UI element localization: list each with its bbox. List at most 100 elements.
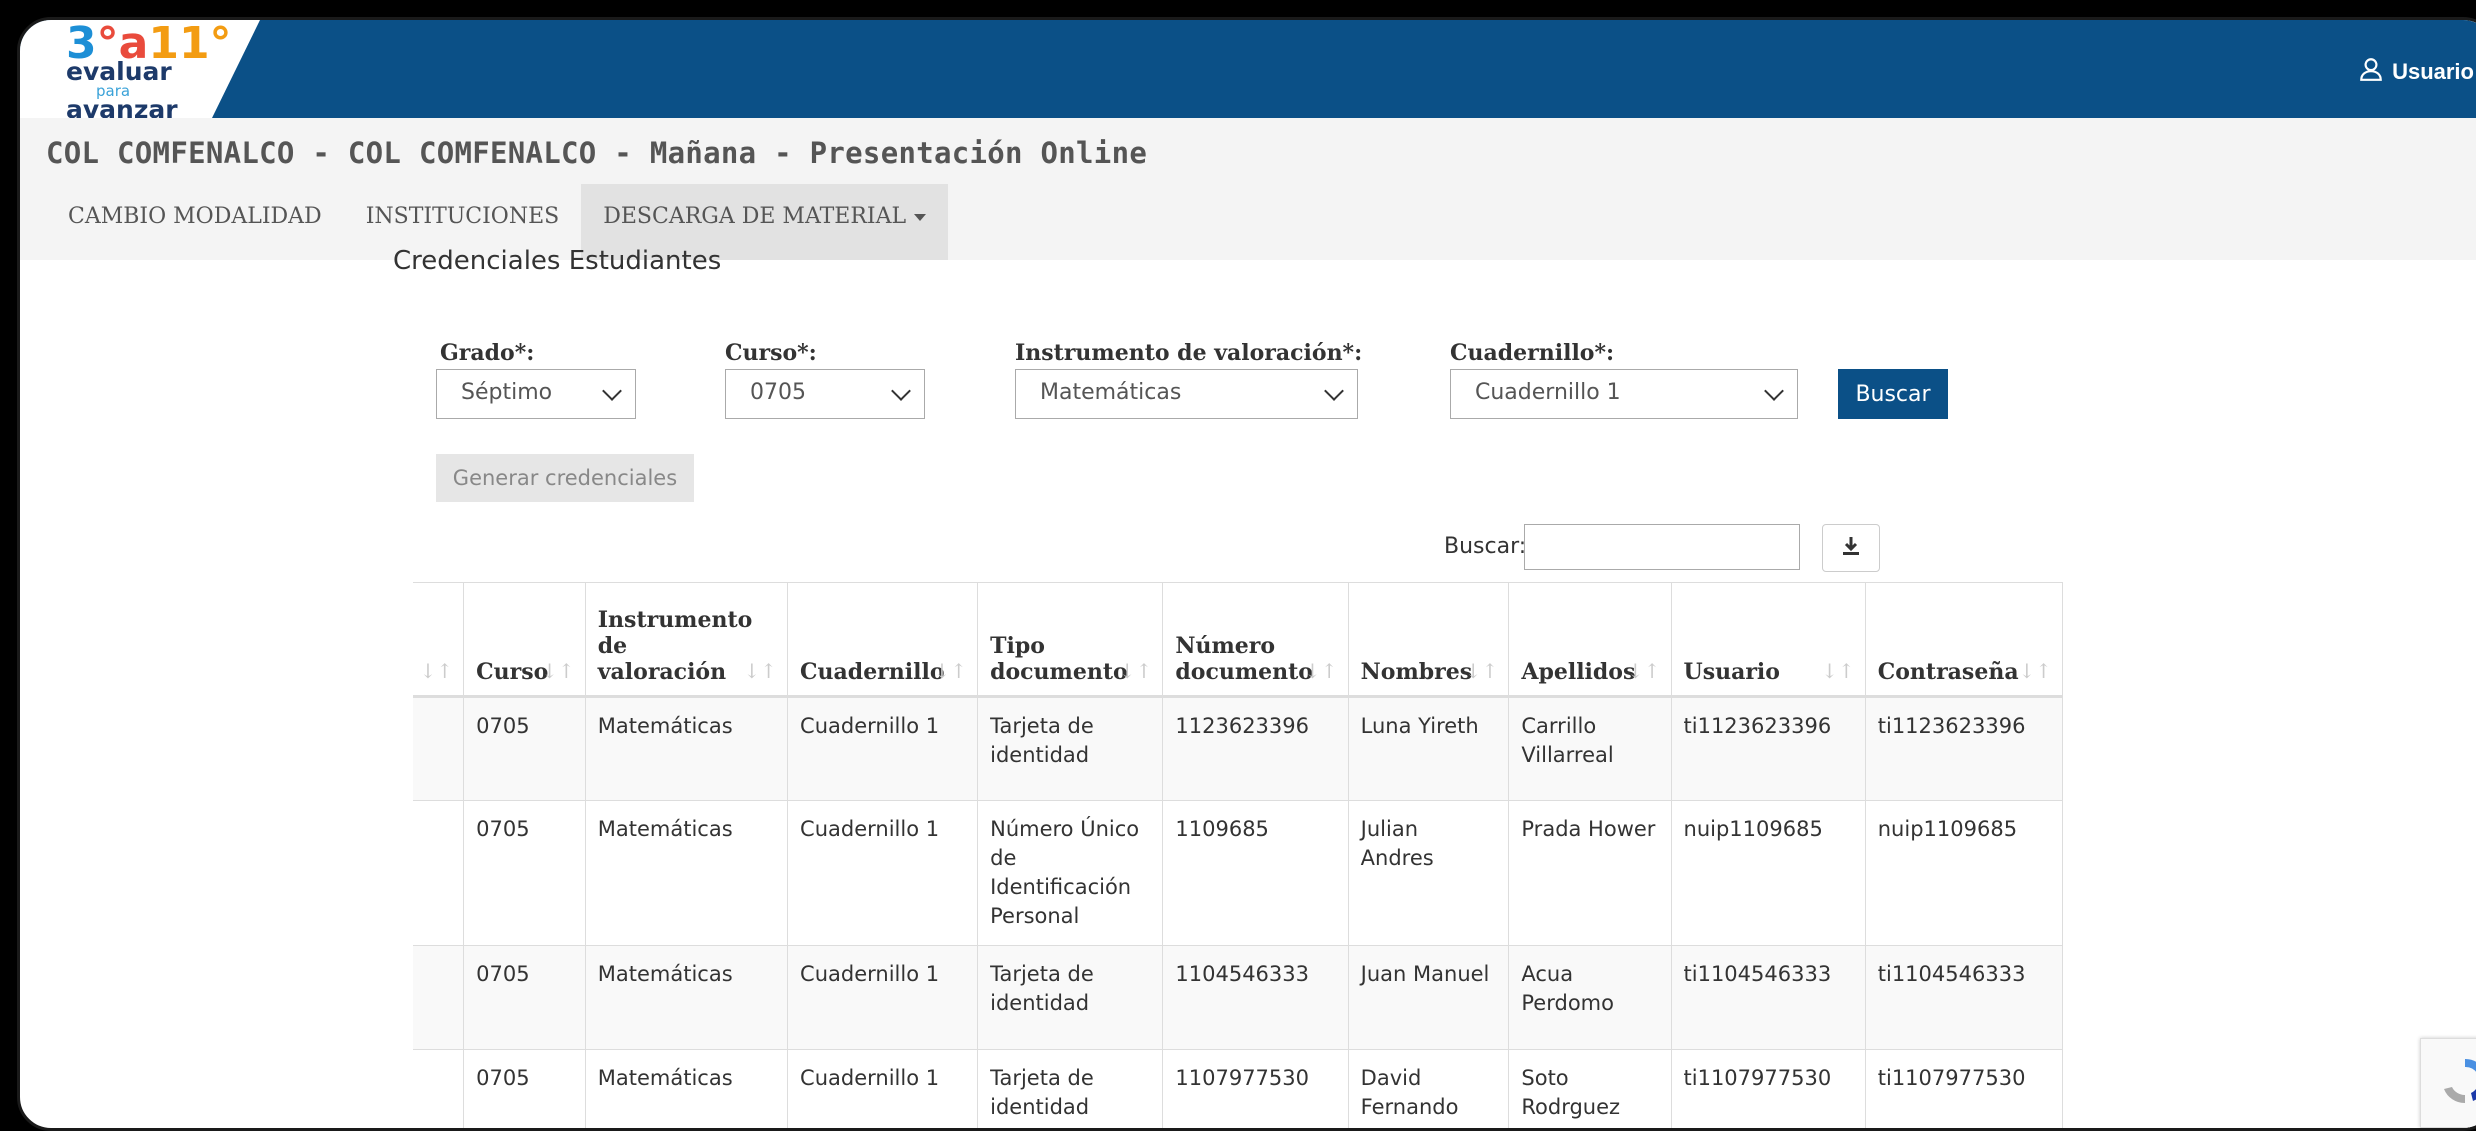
col-header-label: Cuadernillo (800, 659, 945, 685)
col-cuadernillo[interactable]: Cuadernillo ↓↑ (787, 582, 979, 698)
credentials-table: lo↓↑ Curso↓↑ Instrumento de valoración↓↑… (413, 582, 2064, 1128)
col-tipo-documento[interactable]: Tipo documento ↓↑ (977, 582, 1164, 698)
col-usuario[interactable]: Usuario ↓↑ (1670, 582, 1866, 698)
cell-numero-documento: 1123623396 (1162, 696, 1349, 801)
cell-tipo-documento: Número Único de Identificación Personal (977, 800, 1164, 946)
col-header-label: Número documento (1175, 633, 1313, 685)
col-instrumento[interactable]: Instrumento de valoración ↓↑ (584, 582, 789, 698)
col-header-label: Tipo documento (990, 633, 1128, 685)
cell-cuadernillo: Cuadernillo 1 (787, 945, 979, 1050)
cell-cuadernillo: Cuadernillo 1 (787, 1049, 979, 1128)
sort-icon: ↓↑ (2018, 659, 2052, 683)
sort-icon: ↓↑ (1118, 659, 1153, 683)
cell-cuadernillo: Cuadernillo 1 (787, 696, 979, 801)
chevron-down-icon (1764, 381, 1784, 401)
sort-icon: ↓↑ (541, 659, 575, 683)
search-input[interactable] (1524, 524, 1800, 570)
col-numero-documento[interactable]: Número documento ↓↑ (1162, 582, 1349, 698)
table-row: mo 0705 Matemáticas Cuadernillo 1 Número… (413, 800, 2064, 946)
col-curso[interactable]: Curso ↓↑ (463, 582, 586, 698)
generar-credenciales-button[interactable]: Generar credenciales (436, 454, 694, 502)
cell-curso: 0705 (463, 800, 586, 946)
table-row: mo 0705 Matemáticas Cuadernillo 1 Tarjet… (413, 945, 2064, 1050)
col-grado[interactable]: lo↓↑ (413, 582, 465, 698)
cell-cuadernillo: Cuadernillo 1 (787, 800, 979, 946)
search-label: Buscar: (1444, 534, 1527, 559)
cell-instrumento: Matemáticas (584, 800, 789, 946)
sort-icon: ↓↑ (1464, 659, 1499, 683)
cell-numero-documento: 1107977530 (1162, 1049, 1349, 1128)
cuadernillo-label: Cuadernillo*: (1450, 340, 1615, 366)
table-row: mo 0705 Matemáticas Cuadernillo 1 Tarjet… (413, 696, 2064, 801)
sort-icon: ↓↑ (1821, 659, 1855, 683)
instrumento-select[interactable]: Matemáticas (1015, 369, 1358, 419)
grado-value: Séptimo (461, 380, 553, 405)
cell-nombres: Luna Yireth (1347, 696, 1510, 801)
cell-tipo-documento: Tarjeta de identidad (977, 945, 1164, 1050)
user-icon (2358, 56, 2384, 88)
cell-apellidos: Prada Hower (1508, 800, 1672, 946)
grado-select[interactable]: Séptimo (436, 369, 636, 419)
download-icon (1840, 535, 1862, 561)
logo-text: evaluar para avanzar (66, 59, 178, 118)
curso-select[interactable]: 0705 (725, 369, 925, 419)
nav-cambio-modalidad[interactable]: CAMBIO MODALIDAD (46, 184, 344, 260)
cell-instrumento: Matemáticas (584, 1049, 789, 1128)
curso-value: 0705 (750, 380, 806, 405)
col-apellidos[interactable]: Apellidos ↓↑ (1508, 582, 1672, 698)
cell-numero-documento: 1109685 (1162, 800, 1349, 946)
sort-icon: ↓↑ (1304, 659, 1338, 683)
chevron-down-icon (891, 381, 911, 401)
chevron-down-icon (602, 381, 622, 401)
cell-curso: 0705 (463, 696, 586, 801)
nav-label: DESCARGA DE MATERIAL (603, 204, 907, 229)
top-header: 3°a11° evaluar para avanzar Usuario (20, 20, 2476, 118)
cell-apellidos: Soto Rodrguez (1508, 1049, 1672, 1128)
cell-grado: mo (413, 945, 465, 1050)
cell-contrasena: ti1104546333 (1864, 945, 2064, 1050)
col-header-label: Apellidos (1521, 659, 1636, 685)
cell-contrasena: nuip1109685 (1864, 800, 2064, 946)
sort-icon: ↓↑ (743, 659, 778, 683)
caret-down-icon (914, 213, 927, 221)
cell-instrumento: Matemáticas (584, 945, 789, 1050)
institution-title: COL COMFENALCO - COL COMFENALCO - Mañana… (46, 136, 1148, 170)
cell-tipo-documento: Tarjeta de identidad (977, 1049, 1164, 1128)
curso-label: Curso*: (725, 340, 817, 366)
instrumento-label: Instrumento de valoración*: (1015, 340, 1363, 366)
cell-usuario: ti1107977530 (1670, 1049, 1866, 1128)
cell-nombres: Julian Andres (1347, 800, 1510, 946)
nav-label: CAMBIO MODALIDAD (68, 204, 322, 229)
table-row: mo 0705 Matemáticas Cuadernillo 1 Tarjet… (413, 1049, 2064, 1128)
cell-tipo-documento: Tarjeta de identidad (977, 696, 1164, 801)
app-window: 3°a11° evaluar para avanzar Usuario COL … (17, 17, 2476, 1131)
cell-grado: mo (413, 800, 465, 946)
cell-usuario: ti1123623396 (1670, 696, 1866, 801)
col-contrasena[interactable]: Contraseña ↓↑ (1864, 582, 2064, 698)
cuadernillo-select[interactable]: Cuadernillo 1 (1450, 369, 1798, 419)
col-header-label: Nombres (1360, 659, 1473, 685)
logo[interactable]: 3°a11° evaluar para avanzar (20, 20, 260, 118)
col-header-label: Usuario (1683, 659, 1780, 685)
col-header-label: Contraseña (1877, 659, 2019, 685)
recaptcha-icon (2444, 1058, 2476, 1104)
buscar-button[interactable]: Buscar (1838, 369, 1948, 419)
cuadernillo-value: Cuadernillo 1 (1475, 380, 1621, 405)
col-header-label: Curso (476, 659, 549, 685)
cell-curso: 0705 (463, 945, 586, 1050)
recaptcha-badge[interactable] (2420, 1038, 2476, 1128)
cell-grado: mo (413, 696, 465, 801)
user-menu[interactable]: Usuario (2358, 56, 2474, 88)
credentials-table-wrapper: lo↓↑ Curso↓↑ Instrumento de valoración↓↑… (413, 582, 2123, 1128)
cell-instrumento: Matemáticas (584, 696, 789, 801)
grado-label: Grado*: (440, 340, 535, 366)
col-nombres[interactable]: Nombres ↓↑ (1347, 582, 1510, 698)
sort-icon: ↓↑ (1627, 659, 1661, 683)
col-header-label: Instrumento de valoración (597, 607, 753, 685)
download-button[interactable] (1822, 524, 1880, 572)
cell-contrasena: ti1123623396 (1864, 696, 2064, 801)
instrumento-value: Matemáticas (1040, 380, 1182, 405)
subheader: COL COMFENALCO - COL COMFENALCO - Mañana… (20, 118, 2476, 260)
table-header-row: lo↓↑ Curso↓↑ Instrumento de valoración↓↑… (413, 582, 2064, 698)
nav-label: INSTITUCIONES (365, 204, 560, 229)
